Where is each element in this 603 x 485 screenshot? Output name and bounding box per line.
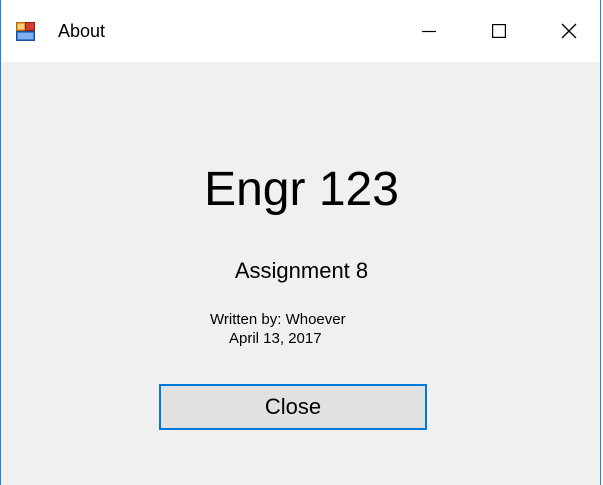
about-window: About Engr 123 Assignment 8 Written by: …: [0, 0, 601, 485]
date-label: April 13, 2017: [229, 330, 322, 347]
maximize-button[interactable]: [464, 0, 534, 62]
maximize-icon: [492, 24, 506, 38]
window-close-button[interactable]: [534, 0, 603, 62]
assignment-label: Assignment 8: [234, 258, 369, 283]
title-bar[interactable]: About: [1, 0, 600, 62]
window-title: About: [58, 21, 106, 41]
course-title: Engr 123: [204, 163, 399, 216]
close-button[interactable]: Close: [159, 384, 427, 430]
author-label: Written by: Whoever: [210, 311, 346, 328]
minimize-button[interactable]: [394, 0, 464, 62]
close-button-label: Close: [264, 394, 322, 419]
minimize-icon: [422, 30, 436, 33]
close-icon: [561, 23, 577, 39]
app-icon[interactable]: [16, 22, 35, 41]
about-content: Engr 123 Assignment 8 Written by: Whoeve…: [1, 62, 600, 485]
